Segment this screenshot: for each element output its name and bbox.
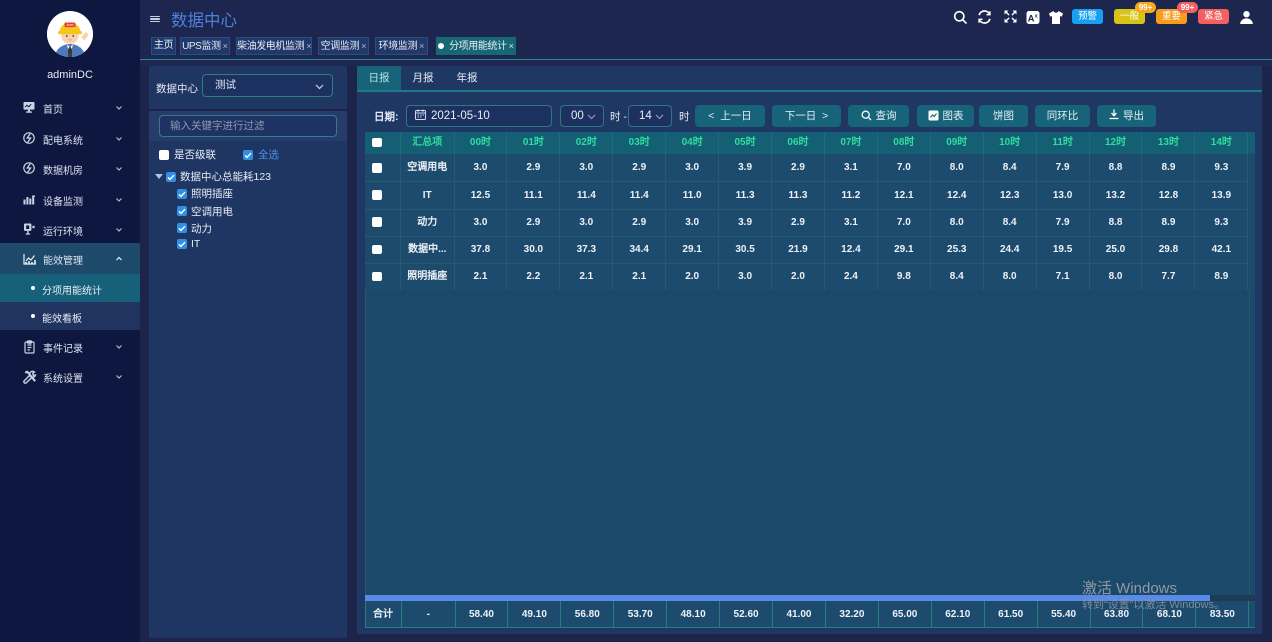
svg-text:A: A — [1028, 14, 1035, 25]
svg-text:Acrel: Acrel — [66, 23, 74, 27]
